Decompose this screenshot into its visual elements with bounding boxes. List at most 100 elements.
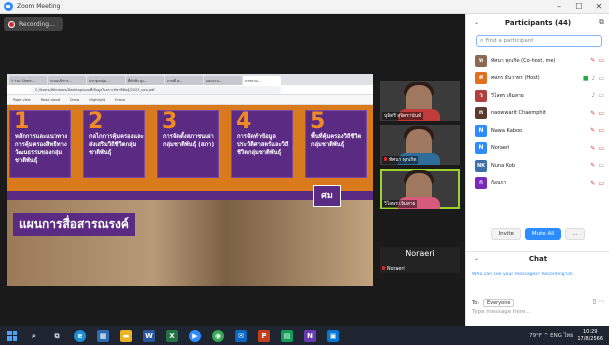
shared-screen: Y ร่วม Share... ระบบบริหาร... ประชุมกลุ่… bbox=[7, 74, 373, 286]
video-tile[interactable]: นุจิตรี สุจิตรานันท์ bbox=[380, 81, 460, 121]
mic-muted-icon[interactable]: ✎ bbox=[590, 110, 595, 117]
participant-name: วิไลพร เจิมสาย bbox=[491, 92, 524, 99]
participant-row[interactable]: n naowwarit Chaemphit ✎ ▭ bbox=[466, 105, 609, 123]
onenote-icon[interactable]: N bbox=[304, 329, 316, 342]
browser-tab[interactable]: ระบบบริหาร... bbox=[48, 76, 86, 85]
slide-card: 3 การจัดตั้งสภาชนเผ่ากลุ่มชาติพันธุ์ (สภ… bbox=[157, 109, 219, 178]
browser-address-bar: C:/Users/Windows/Desktop/แผนที่/ข้อมูลวิ… bbox=[7, 85, 373, 95]
muted-mic-icon bbox=[382, 266, 385, 270]
search-icon[interactable]: ⌕ bbox=[28, 330, 40, 342]
participant-row[interactable]: ก ก้อนกา ✎ ▭ bbox=[466, 175, 609, 193]
participant-row[interactable]: N Nawa Kaboo ✎ ▭ bbox=[466, 122, 609, 140]
chat-to-label: To: bbox=[472, 299, 479, 306]
participant-row[interactable]: ท ทัศนา พุกเกิด (Co-host, me) ✎ ▭ bbox=[466, 52, 609, 70]
window-controls: – ☐ ✕ bbox=[549, 0, 609, 14]
file-explorer-icon[interactable]: ▬ bbox=[120, 329, 132, 342]
mic-icon[interactable]: ♪ bbox=[591, 92, 595, 99]
pdf-tool-erase[interactable]: Erase bbox=[115, 98, 125, 102]
side-panel: ⌄ Participants (44) ⧉ ⌕ Find a participa… bbox=[465, 14, 609, 326]
video-tile-active-speaker[interactable]: วิไลพร เจิมสาย bbox=[380, 169, 460, 209]
edge-icon[interactable]: e bbox=[74, 329, 86, 342]
browser-tab-active[interactable]: ภาพรวม... bbox=[243, 76, 281, 85]
browser-tab[interactable]: Y ร่วม Share... bbox=[9, 76, 47, 85]
chat-message-input[interactable]: Type message here... bbox=[472, 309, 606, 321]
avatar: N bbox=[475, 124, 487, 137]
card-text: การจัดทำข้อมูลประวัติศาสตร์และวิถีชีวิตก… bbox=[237, 134, 289, 156]
avatar: ศ bbox=[475, 72, 487, 85]
excel-icon[interactable]: X bbox=[166, 329, 178, 342]
participant-row[interactable]: ศ ศสภร ธันวาทร (Host) ■ ♪ ▭ bbox=[466, 70, 609, 88]
mic-muted-icon[interactable]: ✎ bbox=[590, 57, 595, 64]
chat-header: ⌄ Chat bbox=[466, 251, 609, 265]
browser-tab-strip: Y ร่วม Share... ระบบบริหาร... ประชุมกลุ่… bbox=[7, 74, 373, 85]
mute-all-button[interactable]: Mute All bbox=[524, 228, 562, 240]
browser-tab[interactable]: ภาพที่ ๒... bbox=[165, 76, 203, 85]
taskbar-clock[interactable]: 10:29 17/8/2566 bbox=[577, 329, 603, 342]
video-icon[interactable]: ▭ bbox=[598, 92, 604, 99]
powerpoint-icon[interactable]: P bbox=[258, 329, 270, 342]
recording-indicator[interactable]: Recording... bbox=[4, 17, 63, 31]
video-off-icon[interactable]: ▭ bbox=[598, 57, 604, 64]
close-button[interactable]: ✕ bbox=[589, 0, 609, 14]
system-tray[interactable]: 79°F ^ ENG ไทย bbox=[529, 332, 573, 340]
video-tile-name-text: Noraeri bbox=[387, 267, 405, 272]
mic-muted-icon[interactable]: ✎ bbox=[590, 180, 595, 187]
popout-icon[interactable]: ⧉ bbox=[599, 18, 604, 27]
video-off-icon[interactable]: ▭ bbox=[598, 110, 604, 117]
video-tile-no-camera[interactable]: Noraeri Noraeri bbox=[380, 247, 460, 273]
participant-row[interactable]: ว วิไลพร เจิมสาย ♪ ▭ bbox=[466, 87, 609, 105]
chat-file-icon[interactable]: ▯ ⋯ bbox=[593, 298, 604, 305]
video-off-icon[interactable]: ▭ bbox=[598, 127, 604, 134]
pdf-tool-highlight[interactable]: Highlight bbox=[89, 98, 105, 102]
task-view-icon[interactable]: ⧉ bbox=[51, 330, 63, 342]
meeting-area: Recording... Y ร่วม Share... ระบบบริหาร.… bbox=[0, 14, 465, 326]
mail-icon[interactable]: ✉ bbox=[235, 329, 247, 342]
participant-row[interactable]: NK Nuna Kob ✎ ▭ bbox=[466, 157, 609, 175]
mic-muted-icon[interactable]: ✎ bbox=[590, 162, 595, 169]
maximize-button[interactable]: ☐ bbox=[569, 0, 589, 14]
participant-status: ✎ ▭ bbox=[590, 110, 604, 117]
chat-visibility-notice[interactable]: Who can see your messages? Recording On bbox=[472, 272, 606, 282]
word-icon[interactable]: W bbox=[143, 329, 155, 342]
zoom-logo-icon bbox=[4, 2, 13, 11]
start-button[interactable] bbox=[7, 330, 17, 341]
chat-recipient-select[interactable]: Everyone bbox=[482, 298, 515, 307]
slide-card: 2 กลไกการคุ้มครองและส่งเสริมวิถีชีวิตกลุ… bbox=[83, 109, 145, 178]
browser-tab[interactable]: ที่พักพิง สูง... bbox=[126, 76, 164, 85]
zoom-icon[interactable]: ▶ bbox=[189, 329, 201, 342]
avatar: n bbox=[475, 107, 487, 120]
mic-muted-icon[interactable]: ✎ bbox=[590, 127, 595, 134]
video-tile[interactable]: ทัศนา พุกเกิด bbox=[380, 125, 460, 165]
video-tile-name-text: ทัศนา พุกเกิด bbox=[389, 158, 417, 163]
card-number: 1 bbox=[14, 109, 30, 134]
minimize-button[interactable]: – bbox=[549, 0, 569, 14]
avatar: N bbox=[475, 142, 487, 155]
store-icon[interactable]: ▦ bbox=[97, 329, 109, 342]
chrome-icon[interactable]: ◉ bbox=[212, 329, 224, 342]
browser-tab[interactable]: ประชุมกลุ่ม... bbox=[87, 76, 125, 85]
invite-button[interactable]: Invite bbox=[491, 228, 521, 240]
participant-row[interactable]: N Noraeri ✎ ▭ bbox=[466, 140, 609, 158]
video-off-icon[interactable]: ▭ bbox=[598, 145, 604, 152]
browser-url[interactable]: C:/Users/Windows/Desktop/แผนที่/ข้อมูลวิ… bbox=[31, 85, 281, 94]
mic-icon[interactable]: ♪ bbox=[591, 75, 595, 82]
sheets-icon[interactable]: ▤ bbox=[281, 329, 293, 342]
browser-tab[interactable]: แผนงาน... bbox=[204, 76, 242, 85]
pdf-tool-read-aloud[interactable]: Read aloud bbox=[41, 98, 61, 102]
recording-label: Recording... bbox=[19, 20, 55, 28]
participants-title: Participants (44) bbox=[504, 19, 572, 27]
participant-search-input[interactable]: ⌕ Find a participant bbox=[476, 35, 602, 47]
mic-muted-icon[interactable]: ✎ bbox=[590, 145, 595, 152]
clock-date: 17/8/2566 bbox=[577, 335, 603, 342]
video-off-icon[interactable]: ▭ bbox=[598, 180, 604, 187]
photos-icon[interactable]: ▣ bbox=[327, 329, 339, 342]
participant-name: Nuna Kob bbox=[491, 162, 515, 169]
more-button[interactable]: ... bbox=[565, 228, 585, 240]
card-text: พื้นที่คุ้มครองวิถีชีวิตกลุ่มชาติพันธุ์ bbox=[311, 134, 362, 148]
pdf-tool-draw[interactable]: Draw bbox=[70, 98, 79, 102]
windows-taskbar: ⌕ ⧉ e ▦ ▬ W X ▶ ◉ ✉ P ▤ N ▣ 79°F ^ ENG ไ… bbox=[0, 326, 609, 345]
video-icon[interactable]: ▭ bbox=[598, 75, 604, 82]
video-icon[interactable]: ▭ bbox=[598, 162, 604, 169]
pdf-toolbar: Page view Read aloud Draw Highlight Eras… bbox=[7, 95, 373, 105]
pdf-tool-page-view[interactable]: Page view bbox=[13, 98, 31, 102]
